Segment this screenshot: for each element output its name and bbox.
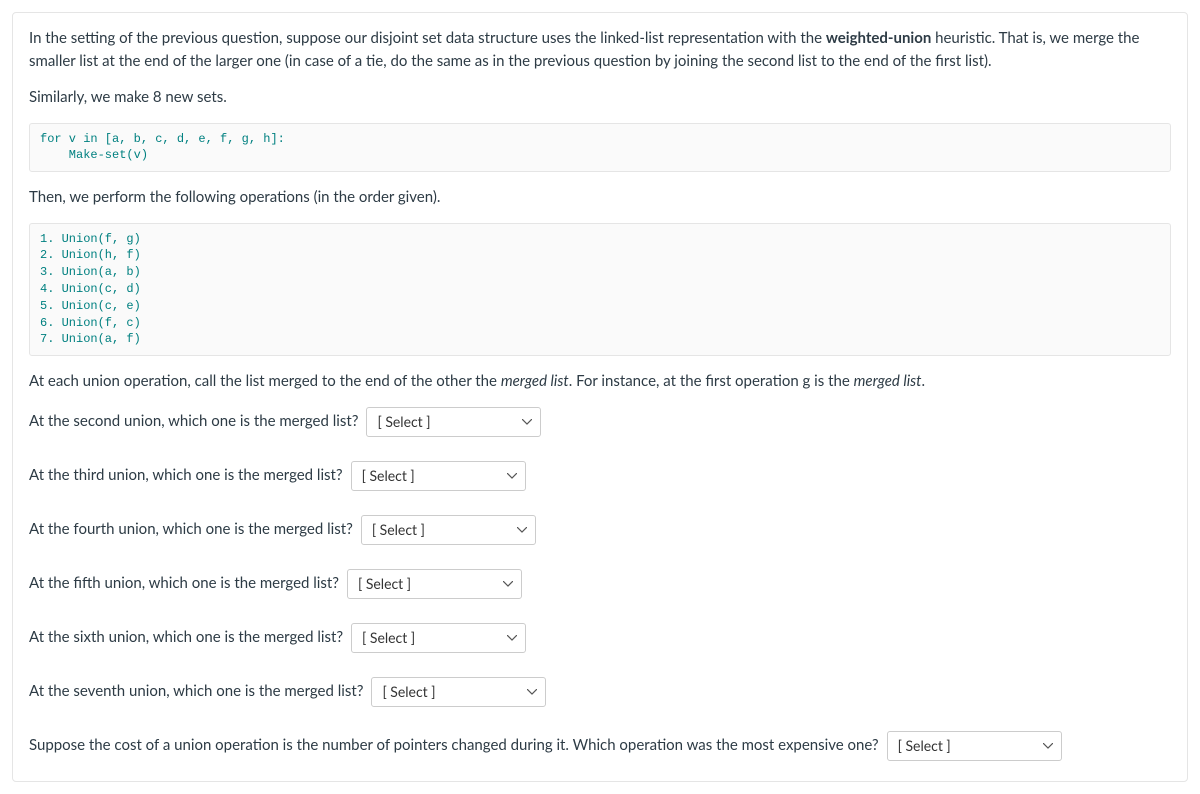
question-row-6: At the sixth union, which one is the mer… (29, 623, 1171, 653)
chevron-down-icon (1043, 743, 1053, 749)
explain-c: . For instance, at the first operation g… (569, 372, 854, 390)
chevron-down-icon (517, 527, 527, 533)
explain-paragraph: At each union operation, call the list m… (29, 370, 1171, 393)
select-q6[interactable]: [ Select ] (351, 623, 526, 653)
intro-paragraph-2: Similarly, we make 8 new sets. (29, 86, 1171, 109)
select-q4[interactable]: [ Select ] (361, 515, 536, 545)
select-q8[interactable]: [ Select ] (887, 731, 1062, 761)
chevron-down-icon (507, 473, 517, 479)
question-text-4: At the fourth union, which one is the me… (29, 518, 353, 541)
question-row-8: Suppose the cost of a union operation is… (29, 731, 1171, 761)
select-q7[interactable]: [ Select ] (371, 677, 546, 707)
question-text-7: At the seventh union, which one is the m… (29, 680, 363, 703)
question-container: In the setting of the previous question,… (12, 12, 1188, 782)
question-text-5: At the fifth union, which one is the mer… (29, 572, 339, 595)
code-block-makeset: for v in [a, b, c, d, e, f, g, h]: Make-… (29, 123, 1171, 173)
question-text-6: At the sixth union, which one is the mer… (29, 626, 343, 649)
intro-text-1a: In the setting of the previous question,… (29, 29, 826, 47)
question-row-3: At the third union, which one is the mer… (29, 461, 1171, 491)
intro-bold: weighted-union (826, 29, 931, 47)
question-row-4: At the fourth union, which one is the me… (29, 515, 1171, 545)
chevron-down-icon (522, 419, 532, 425)
select-placeholder: [ Select ] (382, 681, 435, 702)
chevron-down-icon (527, 689, 537, 695)
code-block-unions: 1. Union(f, g) 2. Union(h, f) 3. Union(a… (29, 223, 1171, 357)
explain-b: merged list (501, 372, 569, 390)
then-paragraph: Then, we perform the following operation… (29, 186, 1171, 209)
select-placeholder: [ Select ] (358, 573, 411, 594)
question-text-3: At the third union, which one is the mer… (29, 464, 343, 487)
intro-paragraph-1: In the setting of the previous question,… (29, 27, 1171, 72)
select-placeholder: [ Select ] (362, 465, 415, 486)
question-row-2: At the second union, which one is the me… (29, 407, 1171, 437)
question-text-2: At the second union, which one is the me… (29, 410, 358, 433)
select-placeholder: [ Select ] (898, 735, 951, 756)
select-placeholder: [ Select ] (377, 411, 430, 432)
question-text-8: Suppose the cost of a union operation is… (29, 734, 879, 757)
question-row-5: At the fifth union, which one is the mer… (29, 569, 1171, 599)
explain-a: At each union operation, call the list m… (29, 372, 501, 390)
select-q3[interactable]: [ Select ] (351, 461, 526, 491)
select-q5[interactable]: [ Select ] (347, 569, 522, 599)
select-placeholder: [ Select ] (362, 627, 415, 648)
chevron-down-icon (507, 635, 517, 641)
chevron-down-icon (503, 581, 513, 587)
select-placeholder: [ Select ] (372, 519, 425, 540)
explain-e: . (922, 372, 926, 390)
select-q2[interactable]: [ Select ] (366, 407, 541, 437)
question-row-7: At the seventh union, which one is the m… (29, 677, 1171, 707)
explain-d: merged list (854, 372, 922, 390)
